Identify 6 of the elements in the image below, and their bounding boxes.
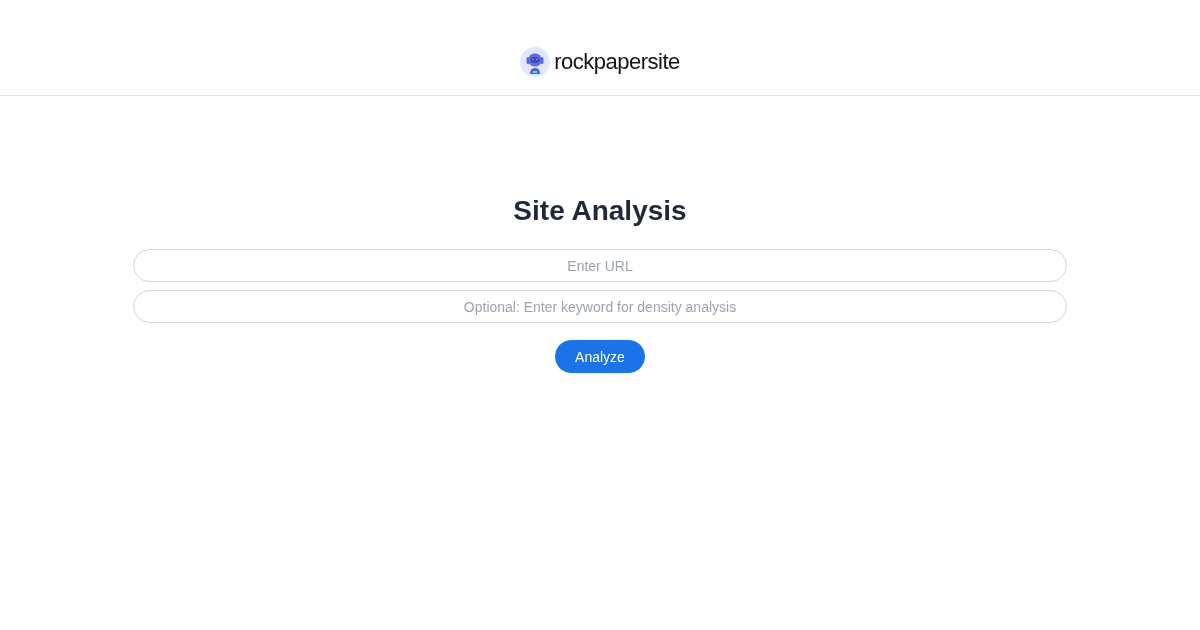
input-field[interactable]: Enter URL [133,249,1067,282]
input-field[interactable]: Optional: Enter keyword for density analysis [133,290,1067,323]
page-title: Site Analysis [513,194,687,228]
analyze-button[interactable]: Analyze [555,340,645,373]
logo-text: rockpapersite [554,51,680,73]
robot-icon [520,47,551,77]
